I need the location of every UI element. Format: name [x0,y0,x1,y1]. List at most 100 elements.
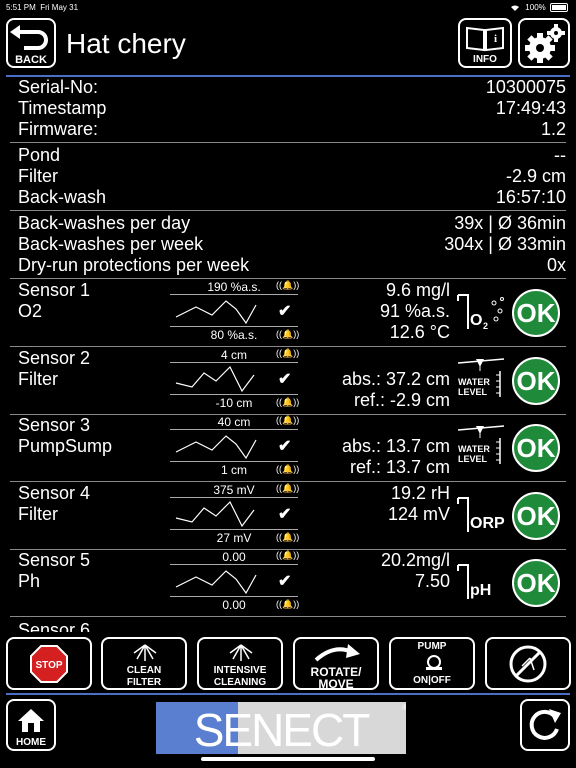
status-ok-badge: OK [512,289,560,337]
sensor-value: 20.2mg/l [380,550,450,570]
check-icon: ✔ [278,371,292,388]
no-spray-icon [509,645,547,683]
info-label: INFO [473,54,497,65]
clean-filter-button[interactable]: CLEAN FILTER [101,637,187,690]
sensor-values: abs.: 37.2 cm ref.: -2.9 cm [342,369,450,411]
alarm-bell-icon: ((🔔)) [276,329,300,339]
sensor-type: Filter [18,369,58,389]
sensor-value: 19.2 rH [390,483,450,503]
threshold-line [170,564,298,565]
sensor-values: 19.2 rH 124 mV [388,483,450,525]
stats-row-week: Back-washes per week 304x | Ø 33min [18,234,566,254]
status-ok-badge: OK [512,559,560,607]
senect-logo: SENECT ® [156,702,406,754]
svg-text:ORP: ORP [470,515,505,532]
sensor-name: Sensor 2 [18,348,91,368]
svg-text:O: O [470,312,482,329]
svg-text:pH: pH [470,582,491,599]
info-row-serial: Serial-No: 10300075 [18,77,566,97]
threshold-line [170,326,298,327]
alarm-bell-icon: ((🔔)) [276,532,300,542]
settings-button[interactable] [518,18,570,68]
sensor-name: Sensor 4 [18,483,91,503]
home-icon [18,709,44,732]
svg-text:®: ® [402,703,406,712]
status-date: Fri May 31 [40,3,79,12]
home-label: HOME [16,737,46,748]
status-ok-badge: OK [512,492,560,540]
sensor-type: Filter [18,504,58,524]
battery-icon [550,3,568,13]
check-icon: ✔ [278,303,292,320]
book-info-icon: i [466,26,504,52]
info-button[interactable]: i INFO [458,18,512,68]
water-level-icon: WATERLEVEL [457,425,505,464]
threshold-line [170,362,298,363]
alarm-bell-icon: ((🔔)) [276,599,300,609]
svg-text:LEVEL: LEVEL [458,454,488,464]
check-icon: ✔ [278,573,292,590]
sensor-trend-sparkline [175,300,257,325]
alarm-bell-icon: ((🔔)) [276,415,300,425]
check-icon: ✔ [278,506,292,523]
footer-divider [6,693,570,695]
svg-text:WATER: WATER [458,444,490,454]
svg-text:LEVEL: LEVEL [458,387,488,397]
back-label: BACK [15,54,47,66]
pump-toggle-button[interactable]: PUMP ON|OFF [389,637,475,690]
status-ok-badge: OK [512,424,560,472]
sensor-trend-sparkline [175,435,257,460]
disable-cleaning-button[interactable] [485,637,571,690]
sensor-value: 91 %a.s. [379,301,450,321]
back-arrow-icon [10,25,48,50]
sensor-name: Sensor 3 [18,415,91,435]
svg-text:SENECT: SENECT [194,704,370,754]
sensor-value: ref.: -2.9 cm [353,390,450,410]
info-row-firmware: Firmware: 1.2 [18,119,566,139]
home-button[interactable]: HOME [6,699,56,751]
threshold-line [170,394,298,395]
sensor-trend-sparkline [175,570,257,595]
spray-nozzle-icon [133,644,157,661]
status-bar: 5:51 PM Fri May 31 100% [0,0,576,14]
alarm-bell-icon: ((🔔)) [276,280,300,290]
stop-button[interactable]: STOP [6,637,92,690]
alarm-bell-icon: ((🔔)) [276,483,300,493]
orp-sensor-icon: ORP [457,497,505,532]
divider [10,142,566,143]
o2-sensor-icon: O2 [457,294,504,331]
sensor-value: 124 mV [387,504,450,524]
svg-text:WATER: WATER [458,377,490,387]
alarm-bell-icon: ((🔔)) [276,550,300,560]
filter-row: Filter -2.9 cm [18,166,566,186]
status-time: 5:51 PM [6,3,36,12]
stats-row-dryrun: Dry-run protections per week 0x [18,255,566,275]
threshold-line [170,529,298,530]
sensor-value: ref.: 13.7 cm [349,457,450,477]
page-title: Hat chery [66,28,186,59]
svg-text:2: 2 [483,321,488,331]
spray-nozzle-icon [229,644,253,661]
stats-row-day: Back-washes per day 39x | Ø 36min [18,213,566,233]
sensor-trend-sparkline [175,365,255,393]
alarm-bell-icon: ((🔔)) [276,397,300,407]
alarm-bell-icon: ((🔔)) [276,348,300,358]
check-icon: ✔ [278,438,292,455]
sensor-type: PumpSump [18,436,113,456]
sensor-trend-sparkline [175,500,255,528]
threshold-line [170,497,298,498]
sensor-values: abs.: 13.7 cm ref.: 13.7 cm [342,436,450,478]
refresh-button[interactable] [520,699,570,751]
pump-icon [426,655,442,670]
wifi-icon [511,5,520,12]
rotate-move-button[interactable]: ROTATE/ MOVE [293,637,379,691]
sensor-values: 9.6 mg/l 91 %a.s. 12.6 °C [380,280,450,343]
divider [10,346,566,347]
back-button[interactable]: BACK [6,18,56,68]
sensor-value: 9.6 mg/l [385,280,450,300]
rotate-arrow-icon [314,644,360,662]
sensor-values: 20.2mg/l 7.50 [381,550,450,592]
battery-percent: 100% [525,3,546,12]
sensor-type: O2 [18,301,43,321]
intensive-cleaning-button[interactable]: INTENSIVE CLEANING [197,637,283,690]
